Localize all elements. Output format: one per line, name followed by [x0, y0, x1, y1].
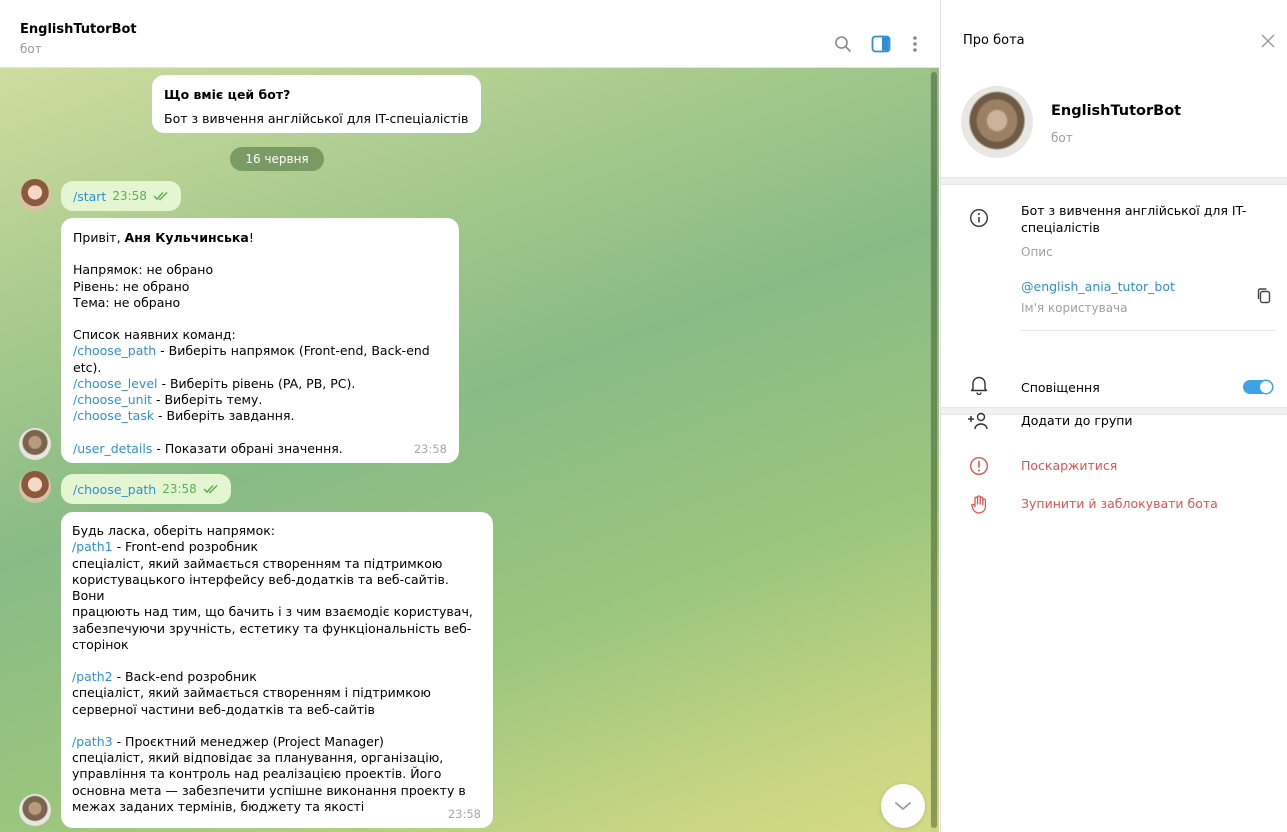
command-line: /choose_unit - Виберіть тему. [73, 392, 263, 407]
message-command[interactable]: /choose_path [73, 482, 156, 497]
path3-description: спеціаліст, який відповідає за плануванн… [72, 750, 466, 814]
chevron-down-icon [894, 799, 912, 814]
path3-link[interactable]: /path3 [72, 734, 113, 749]
bot-intro-heading: Що вміє цей бот? [164, 87, 291, 102]
path2-description: спеціаліст, який займається створенням і… [72, 685, 431, 717]
avatar[interactable] [19, 794, 51, 826]
bot-intro-text: Бот з вивчення англійської для IT-спеціа… [164, 111, 469, 127]
double-check-icon [203, 482, 219, 497]
copy-icon[interactable] [1253, 285, 1275, 307]
bell-icon [968, 374, 990, 396]
description-label: Опис [1021, 245, 1053, 259]
close-icon[interactable] [1259, 32, 1277, 50]
scrollbar-thumb[interactable] [931, 72, 937, 828]
choose-unit-link[interactable]: /choose_unit [73, 392, 152, 407]
path-status: Напрямок: не обрано [73, 262, 214, 278]
divider [1021, 330, 1276, 331]
profile-photo[interactable] [961, 86, 1033, 158]
paths-intro: Будь ласка, оберіть напрямок: [72, 523, 276, 538]
report-icon [968, 455, 990, 477]
choose-level-link[interactable]: /choose_level [73, 376, 157, 391]
info-icon [968, 207, 990, 229]
bot-intro-card: Що вміє цей бот? Бот з вивчення англійсь… [152, 75, 481, 133]
stop-hand-icon [968, 494, 990, 516]
greeting-line: Привіт, Аня Кульчинська! [73, 230, 254, 245]
add-to-group-button[interactable]: Додати до групи [1021, 413, 1133, 430]
avatar[interactable] [19, 428, 51, 460]
command-line: /choose_path - Виберіть напрямок (Front-… [73, 343, 430, 375]
username-label: Ім'я користувача [1021, 301, 1128, 315]
path2-link[interactable]: /path2 [72, 669, 113, 684]
path1-description: спеціаліст, який займається створенням т… [72, 555, 473, 652]
block-bot-button[interactable]: Зупинити й заблокувати бота [1021, 496, 1218, 513]
user-name: Аня Кульчинська [124, 230, 249, 245]
message-command[interactable]: /start [73, 189, 106, 204]
scroll-down-button[interactable] [881, 784, 925, 828]
more-vertical-icon[interactable] [904, 33, 926, 55]
search-icon[interactable] [832, 33, 854, 55]
section-divider [941, 177, 1287, 185]
chat-area[interactable]: Що вміє цей бот? Бот з вивчення англійсь… [0, 68, 939, 832]
message-time: 23:58 [162, 482, 197, 496]
command-line: /user_details - Показати обрані значення… [73, 440, 343, 456]
chat-title[interactable]: EnglishTutorBot [20, 22, 137, 37]
choose-task-link[interactable]: /choose_task [73, 408, 154, 423]
chat-subtitle: бот [20, 42, 42, 56]
sidebar-toggle-icon[interactable] [870, 33, 892, 55]
avatar[interactable] [19, 471, 51, 503]
choose-path-link[interactable]: /choose_path [73, 343, 156, 358]
add-user-icon [967, 410, 989, 432]
profile-subtitle: бот [1051, 131, 1073, 145]
bot-message: Будь ласка, оберіть напрямок: /path1 - F… [61, 512, 493, 828]
outgoing-message: /choose_path 23:58 [61, 474, 231, 504]
bot-message: Привіт, Аня Кульчинська! Напрямок: не об… [61, 218, 459, 463]
message-time: 23:58 [413, 442, 447, 457]
avatar[interactable] [19, 179, 51, 211]
topic-status: Тема: не обрано [73, 294, 181, 310]
outgoing-message: /start 23:58 [61, 181, 181, 211]
command-line: /choose_level - Виберіть рівень (PA, PB,… [73, 375, 356, 391]
date-separator: 16 червня [230, 147, 324, 171]
notifications-label: Сповіщення [1021, 380, 1100, 395]
level-status: Рівень: не обрано [73, 278, 190, 294]
double-check-icon [153, 189, 169, 204]
message-time: 23:58 [112, 189, 147, 203]
profile-name: EnglishTutorBot [1051, 103, 1182, 119]
notifications-toggle[interactable] [1243, 380, 1273, 394]
bot-info-panel: Про бота EnglishTutorBot бот Бот з вивче… [940, 0, 1287, 832]
message-time: 23:58 [447, 807, 481, 822]
commands-title: Список наявних команд: [73, 327, 236, 342]
user-details-link[interactable]: /user_details [73, 441, 152, 456]
panel-title: Про бота [963, 33, 1025, 48]
chat-header: EnglishTutorBot бот [0, 0, 939, 68]
command-line: /choose_task - Виберіть завдання. [73, 408, 295, 424]
report-button[interactable]: Поскаржитися [1021, 458, 1117, 475]
bot-username[interactable]: @english_ania_tutor_bot [1021, 279, 1175, 296]
path1-link[interactable]: /path1 [72, 539, 113, 554]
bot-description[interactable]: Бот з вивчення англійської для IT- спеці… [1021, 203, 1247, 237]
